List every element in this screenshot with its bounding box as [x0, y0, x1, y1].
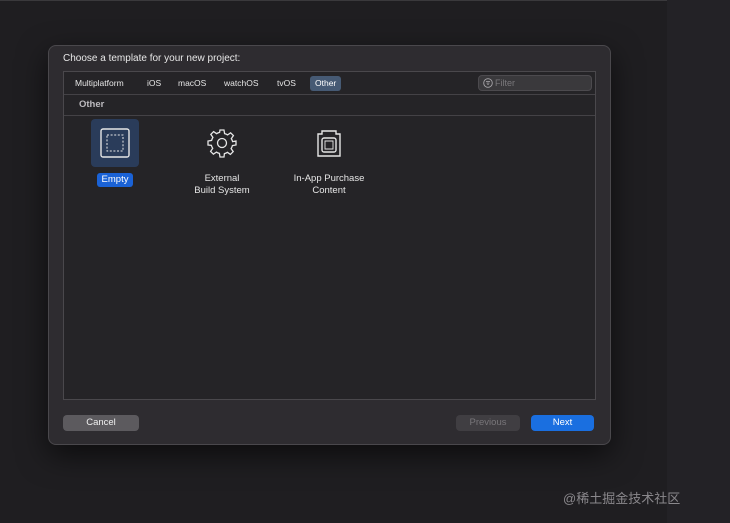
background-side-panel	[667, 0, 730, 523]
template-name-empty: Empty	[96, 173, 134, 187]
dialog-title: Choose a template for your new project:	[63, 53, 241, 64]
watermark: @稀土掘金技术社区	[563, 491, 681, 506]
template-label: External Build System	[182, 173, 262, 197]
gear-icon	[207, 129, 237, 158]
template-label: In-App Purchase Content	[289, 173, 369, 197]
new-project-dialog: Choose a template for your new project: …	[48, 45, 611, 445]
template-name-line1: External	[204, 173, 240, 184]
window-top-edge	[0, 0, 667, 1]
tab-ios[interactable]: iOS	[142, 76, 166, 91]
tab-macos[interactable]: macOS	[173, 76, 211, 91]
template-name-line2: Content	[312, 185, 346, 196]
tab-multiplatform[interactable]: Multiplatform	[70, 76, 129, 91]
template-empty[interactable]: Empty	[75, 119, 155, 187]
template-icon-frame	[305, 119, 353, 167]
template-external-build-system[interactable]: External Build System	[182, 119, 262, 197]
template-in-app-purchase-content[interactable]: In-App Purchase Content	[289, 119, 369, 197]
filter-input[interactable]	[495, 76, 589, 90]
section-header: Other	[64, 95, 595, 116]
next-button[interactable]: Next	[531, 415, 594, 431]
in-app-purchase-icon	[317, 130, 341, 157]
template-panel: Multiplatform iOS macOS watchOS tvOS Oth…	[63, 71, 596, 400]
template-name-line1: In-App Purchase	[293, 173, 365, 184]
filter-field[interactable]	[478, 75, 592, 91]
section-label: Other	[79, 99, 105, 110]
tab-watchos[interactable]: watchOS	[219, 76, 264, 91]
empty-document-icon	[100, 128, 130, 158]
tab-tvos[interactable]: tvOS	[272, 76, 301, 91]
template-label: Empty	[75, 173, 155, 187]
template-icon-frame	[198, 119, 246, 167]
filter-icon	[483, 78, 493, 88]
previous-button[interactable]: Previous	[456, 415, 520, 431]
template-name-line2: Build System	[194, 185, 250, 196]
cancel-button[interactable]: Cancel	[63, 415, 139, 431]
template-icon-frame	[91, 119, 139, 167]
tab-other[interactable]: Other	[310, 76, 342, 91]
platform-tab-bar: Multiplatform iOS macOS watchOS tvOS Oth…	[64, 72, 595, 95]
